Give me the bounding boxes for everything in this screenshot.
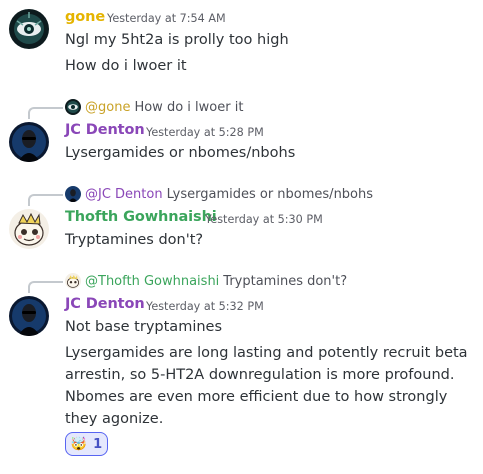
- reply-mention[interactable]: @JC Denton: [85, 187, 163, 202]
- reply-preview[interactable]: @gone How do i lwoer it: [65, 98, 243, 116]
- cartoon-avatar-icon: [9, 209, 49, 249]
- message-text: Not base tryptamines: [65, 319, 223, 335]
- reply-spine: [28, 281, 63, 293]
- message-text: How do i lwoer it: [65, 58, 187, 74]
- author-name[interactable]: JC Denton: [65, 122, 145, 138]
- avatar[interactable]: [9, 9, 49, 49]
- exploding-head-icon: 🤯: [70, 436, 88, 452]
- avatar[interactable]: [9, 122, 49, 162]
- reaction-count: 1: [93, 436, 103, 452]
- author-name[interactable]: Thofth Gowhnaishi: [65, 209, 217, 225]
- reply-text: Tryptamines don't?: [223, 273, 348, 289]
- reply-text: How do i lwoer it: [134, 99, 244, 115]
- cartoon-avatar-icon: [65, 273, 81, 289]
- timestamp: Yesterday at 5:28 PM: [146, 126, 264, 139]
- reaction-button[interactable]: 🤯 1: [65, 432, 108, 456]
- reply-spine: [28, 194, 63, 206]
- jc-denton-avatar-icon: [65, 186, 81, 202]
- jc-denton-avatar-icon: [9, 122, 49, 162]
- timestamp: Yesterday at 7:54 AM: [107, 12, 226, 25]
- reply-spine: [28, 107, 63, 119]
- eye-avatar-icon: [9, 9, 49, 49]
- eye-avatar-icon: [65, 99, 81, 115]
- timestamp: Yesterday at 5:30 PM: [205, 213, 323, 226]
- message-text: Ngl my 5ht2a is prolly too high: [65, 32, 289, 48]
- reply-preview[interactable]: @JC Denton Lysergamides or nbomes/nbohs: [65, 185, 373, 203]
- message-text: Lysergamides are long lasting and potent…: [65, 345, 468, 427]
- reply-mention[interactable]: @Thofth Gowhnaishi: [85, 274, 219, 289]
- avatar[interactable]: [9, 209, 49, 249]
- avatar[interactable]: [9, 296, 49, 336]
- message-text: Tryptamines don't?: [65, 232, 204, 248]
- message-text: Lysergamides or nbomes/nbohs: [65, 145, 296, 161]
- author-name[interactable]: JC Denton: [65, 296, 145, 312]
- reply-preview[interactable]: @Thofth Gowhnaishi Tryptamines don't?: [65, 272, 347, 290]
- reply-text: Lysergamides or nbomes/nbohs: [166, 186, 374, 202]
- reply-mention[interactable]: @gone: [85, 100, 130, 115]
- jc-denton-avatar-icon: [9, 296, 49, 336]
- author-name[interactable]: gone: [65, 9, 105, 25]
- timestamp: Yesterday at 5:32 PM: [146, 300, 264, 313]
